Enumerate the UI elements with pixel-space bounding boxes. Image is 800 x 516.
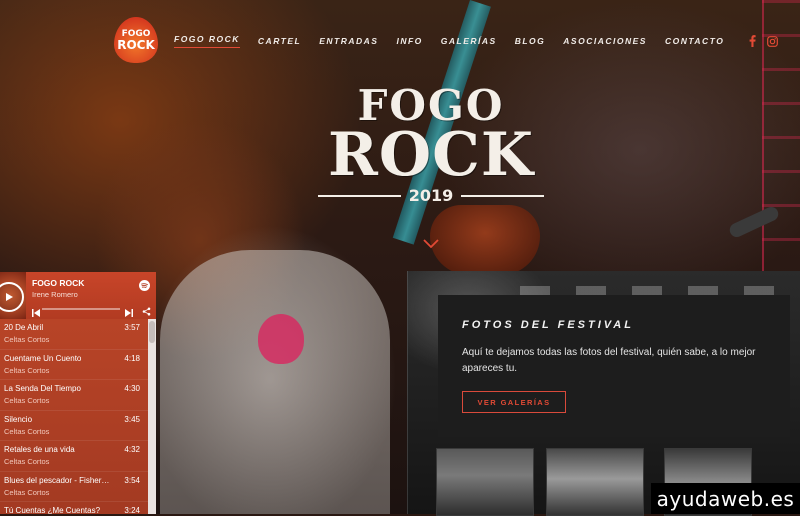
track-duration: 3:45 — [124, 414, 140, 424]
hero-rule-right — [461, 194, 544, 197]
track-row[interactable]: Tú Cuentas ¿Me Cuentas? 3:24 — [0, 502, 148, 514]
track-duration: 4:32 — [124, 445, 140, 454]
scrollbar-thumb[interactable] — [149, 321, 155, 343]
track-duration: 4:18 — [124, 353, 140, 363]
track-row[interactable]: Retales de una vida Celtas Cortos 4:32 — [0, 441, 148, 472]
photos-card: FOTOS DEL FESTIVAL Aquí te dejamos todas… — [438, 295, 790, 437]
nav-item-contacto[interactable]: CONTACTO — [665, 36, 724, 46]
nav-item-asociaciones[interactable]: ASOCIACIONES — [563, 36, 647, 46]
nav-item-fogo-rock[interactable]: FOGO ROCK — [174, 34, 240, 48]
track-name: La Senda Del Tiempo — [4, 384, 81, 393]
photos-title: FOTOS DEL FESTIVAL — [462, 319, 634, 331]
performer-image — [160, 250, 390, 514]
main-nav: FOGO ROCK CARTEL ENTRADAS INFO GALERÍAS … — [174, 34, 786, 48]
nav-item-blog[interactable]: BLOG — [515, 36, 546, 46]
facebook-icon[interactable] — [746, 35, 758, 47]
nav-item-galerias[interactable]: GALERÍAS — [441, 36, 497, 46]
nav-item-cartel[interactable]: CARTEL — [258, 36, 301, 46]
player-header: FOGO ROCK Irene Romero — [0, 272, 156, 319]
track-artist: Celtas Cortos — [4, 487, 50, 497]
track-name: Cuentame Un Cuento — [4, 353, 82, 363]
shirt-flame-logo — [258, 314, 304, 364]
track-artist: Celtas Cortos — [4, 426, 50, 436]
social-links — [746, 35, 786, 47]
track-artist: Celtas Cortos — [4, 335, 50, 344]
track-list-scrollbar[interactable] — [148, 319, 156, 514]
track-duration: 3:24 — [124, 506, 140, 514]
track-duration: 4:30 — [124, 384, 140, 393]
track-row[interactable]: Blues del pescador - Fisherm... Celtas C… — [0, 472, 148, 502]
photos-description: Aquí te dejamos todas las fotos del fest… — [462, 347, 756, 374]
site-logo[interactable]: FOGO ROCK — [114, 17, 158, 63]
player-artist[interactable]: Irene Romero — [32, 290, 78, 299]
hero-rule-left — [318, 194, 401, 197]
track-row[interactable]: Cuentame Un Cuento Celtas Cortos 4:18 — [0, 350, 148, 380]
track-artist: Celtas Cortos — [4, 365, 50, 375]
track-artist: Celtas Cortos — [4, 457, 50, 466]
hero-year: 2019 — [408, 186, 454, 205]
track-list: 20 De Abril Celtas Cortos 3:57 Cuentame … — [0, 319, 148, 514]
hero-title: FOGO ROCK 2019 — [318, 85, 544, 205]
scroll-down-icon[interactable] — [423, 236, 439, 254]
track-duration: 3:57 — [124, 323, 140, 332]
track-name: Tú Cuentas ¿Me Cuentas? — [4, 506, 101, 514]
spotify-icon[interactable] — [139, 278, 150, 296]
gallery-thumbnail[interactable] — [436, 448, 534, 516]
track-name: Retales de una vida — [4, 445, 75, 454]
track-row[interactable]: La Senda Del Tiempo Celtas Cortos 4:30 — [0, 380, 148, 411]
nav-item-entradas[interactable]: ENTRADAS — [319, 36, 378, 46]
hero-title-line2: ROCK — [327, 120, 535, 190]
nav-item-info[interactable]: INFO — [396, 36, 422, 46]
view-galleries-button[interactable]: VER GALERÍAS — [462, 391, 566, 413]
spotify-player: FOGO ROCK Irene Romero 20 De Abril Celta… — [0, 272, 156, 514]
watermark: ayudaweb.es — [651, 483, 800, 514]
track-name: Blues del pescador - Fisherm... — [4, 475, 110, 485]
progress-bar[interactable] — [42, 308, 120, 310]
gallery-thumbnail[interactable] — [546, 448, 644, 516]
instagram-icon[interactable] — [766, 35, 778, 47]
player-title[interactable]: FOGO ROCK — [32, 278, 84, 288]
track-duration: 3:54 — [124, 475, 140, 485]
logo-line2: ROCK — [117, 37, 155, 52]
track-artist: Celtas Cortos — [4, 396, 50, 405]
track-name: 20 De Abril — [4, 323, 44, 332]
track-row[interactable]: 20 De Abril Celtas Cortos 3:57 — [0, 319, 148, 350]
track-name: Silencio — [4, 414, 33, 424]
track-row[interactable]: Silencio Celtas Cortos 3:45 — [0, 411, 148, 441]
guitar-body-image — [430, 205, 540, 275]
